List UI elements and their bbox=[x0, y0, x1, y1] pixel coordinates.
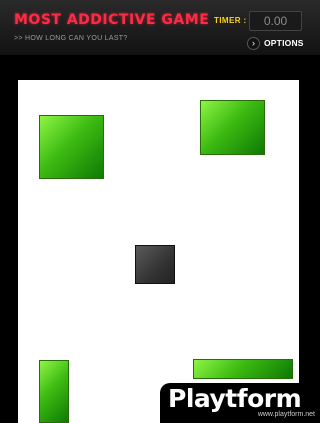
game-subtitle: >> HOW LONG CAN YOU LAST? bbox=[14, 35, 128, 42]
enemy-block-top-right bbox=[200, 100, 265, 155]
timer-display: 0.00 bbox=[249, 11, 302, 31]
chevron-right-icon: › bbox=[247, 36, 260, 50]
watermark-logo: Playtform bbox=[168, 384, 302, 413]
game-arena[interactable] bbox=[18, 80, 299, 423]
game-title: MOST ADDICTIVE GAME bbox=[14, 12, 210, 28]
watermark-url: www.playtform.net bbox=[257, 411, 315, 418]
enemy-block-top-left bbox=[39, 115, 104, 179]
options-button[interactable]: › OPTIONS bbox=[247, 36, 304, 50]
options-label: OPTIONS bbox=[264, 38, 304, 48]
enemy-block-bottom-left bbox=[39, 360, 69, 423]
timer-label: TIMER : bbox=[214, 16, 247, 25]
player-block[interactable] bbox=[135, 245, 175, 284]
playtform-watermark: Playtform www.playtform.net bbox=[160, 383, 320, 423]
enemy-block-bottom-right bbox=[193, 359, 293, 379]
game-header: MOST ADDICTIVE GAME >> HOW LONG CAN YOU … bbox=[0, 0, 320, 56]
